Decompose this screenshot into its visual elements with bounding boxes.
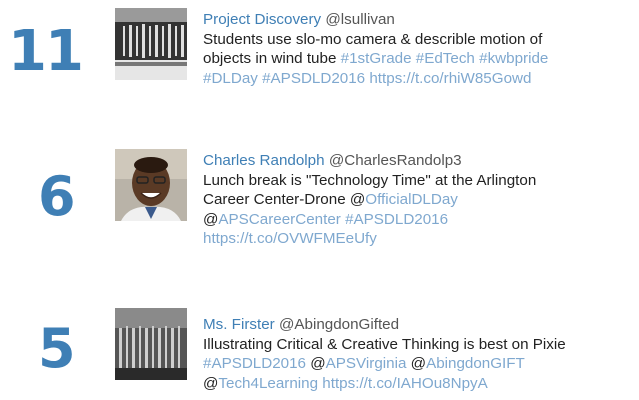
retweet-count: 6 [38, 165, 76, 228]
tweet-link[interactable]: https://t.co/IAHOu8NpyA [322, 375, 487, 392]
tweet-link[interactable]: AbingdonGIFT [426, 355, 525, 372]
tweet-body: Project Discovery @lsullivan Students us… [203, 10, 639, 88]
tweet-link[interactable]: #APSDLD2016 [345, 211, 448, 228]
tweet-text: Lunch break is "Technology Time" at the … [203, 171, 639, 249]
tweet-link[interactable]: https://t.co/rhiW85Gowd [369, 70, 531, 87]
author-handle[interactable]: @lsullivan [325, 11, 394, 28]
tweet-link[interactable]: #APSDLD2016 [262, 70, 365, 87]
tweet-link[interactable]: APSCareerCenter [218, 211, 340, 228]
tweet-body: Ms. Firster @AbingdonGifted Illustrating… [203, 315, 639, 393]
author-name[interactable]: Ms. Firster [203, 316, 275, 333]
tweet-entry: 5 Ms. Firster @AbingdonGifted Illustrati… [0, 300, 639, 400]
tweet-text-segment: @ [406, 355, 427, 372]
author-handle[interactable]: @CharlesRandolp3 [329, 152, 462, 169]
tweet-line: Lunch break is "Technology Time" at the … [203, 171, 639, 191]
tweet-line: Students use slo-mo camera & describle m… [203, 30, 639, 50]
tweet-link[interactable]: #1stGrade [341, 50, 412, 67]
tweet-link[interactable]: #kwbpride [479, 50, 548, 67]
tweet-line: @Tech4Learning https://t.co/IAHOu8NpyA [203, 374, 639, 394]
author-name[interactable]: Project Discovery [203, 11, 321, 28]
tweet-line: @APSCareerCenter #APSDLD2016 [203, 210, 639, 230]
tweet-text-segment: Illustrating Critical & Creative Thinkin… [203, 335, 566, 353]
slow-motion-tube-photo-icon [115, 8, 187, 80]
tweet-line: https://t.co/OVWFMEeUfy [203, 229, 639, 249]
tweet-text: Illustrating Critical & Creative Thinkin… [203, 335, 639, 394]
tweet-line: Illustrating Critical & Creative Thinkin… [203, 335, 639, 355]
tweet-link[interactable]: #EdTech [416, 50, 475, 67]
tweet-link[interactable]: Tech4Learning [218, 375, 318, 392]
retweet-count: 5 [38, 317, 76, 380]
tweet-entry: 11 Project Discovery @lsullivan Students… [0, 0, 639, 130]
tweet-entry: 6 Charles Randolph @CharlesRandolp3 Lunc… [0, 140, 639, 270]
tweet-text: Students use slo-mo camera & describle m… [203, 30, 639, 89]
tweet-line: #APSDLD2016 @APSVirginia @AbingdonGIFT [203, 354, 639, 374]
tweet-body: Charles Randolph @CharlesRandolp3 Lunch … [203, 151, 639, 249]
author-name[interactable]: Charles Randolph [203, 152, 325, 169]
tweet-link[interactable]: OfficialDLDay [365, 191, 458, 208]
tweet-line: #DLDay #APSDLD2016 https://t.co/rhiW85Go… [203, 69, 639, 89]
tweet-line: Career Center-Drone @OfficialDLDay [203, 190, 639, 210]
smiling-man-portrait-icon [115, 149, 187, 221]
tweet-text-segment: Students use slo-mo camera & describle m… [203, 30, 543, 48]
tweet-link[interactable]: APSVirginia [326, 355, 407, 372]
tweet-link[interactable]: #DLDay [203, 70, 258, 87]
tweet-text-segment: objects in wind tube [203, 50, 341, 67]
tweet-text-segment: Career Center-Drone @ [203, 191, 366, 208]
retweet-count: 11 [8, 19, 84, 84]
avatar[interactable] [115, 149, 187, 221]
tweet-line: objects in wind tube #1stGrade #EdTech #… [203, 49, 639, 69]
tweet-text-segment: @ [203, 374, 219, 392]
striped-photo-icon [115, 308, 187, 380]
tweet-text-segment: Lunch break is "Technology Time" at the … [203, 171, 537, 189]
author-handle[interactable]: @AbingdonGifted [279, 316, 399, 333]
tweet-link[interactable]: https://t.co/OVWFMEeUfy [203, 230, 377, 247]
tweet-link[interactable]: #APSDLD2016 [203, 355, 306, 372]
tweet-text-segment: @ [203, 210, 219, 228]
tweet-text-segment: @ [306, 355, 326, 372]
avatar[interactable] [115, 8, 187, 80]
avatar[interactable] [115, 308, 187, 380]
